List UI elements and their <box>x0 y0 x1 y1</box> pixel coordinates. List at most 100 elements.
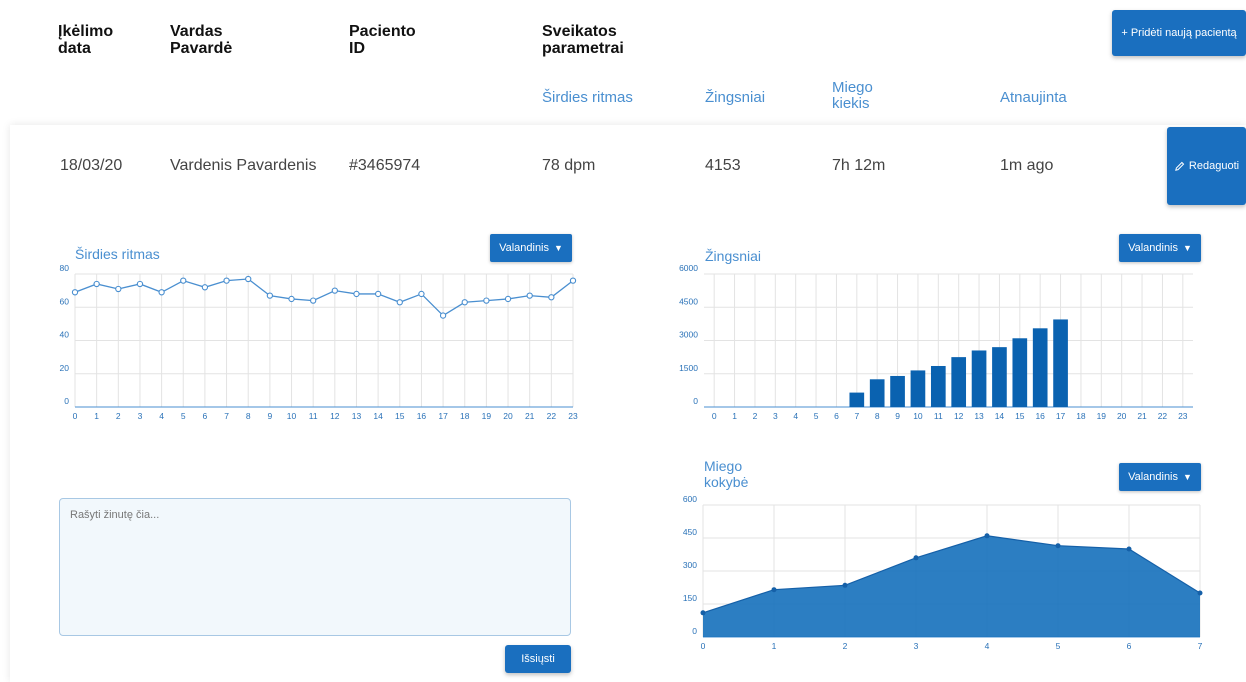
dropdown-label: Valandinis <box>1128 242 1179 254</box>
patient-date: 18/03/20 <box>60 157 123 174</box>
data-point <box>1197 590 1203 596</box>
steps-chart-title: Žingsniai <box>705 248 762 264</box>
x-tick-label: 16 <box>1035 411 1045 421</box>
data-point <box>331 287 338 294</box>
x-tick-label: 19 <box>482 411 492 421</box>
y-tick-label: 20 <box>60 363 70 373</box>
bar <box>951 357 967 407</box>
add-patient-label: + Pridėti naują pacientą <box>1121 27 1237 39</box>
col-health-params: Sveikatos parametrai <box>542 23 624 57</box>
x-tick-label: 23 <box>568 411 578 421</box>
patient-updated: 1m ago <box>1000 157 1054 174</box>
y-tick-label: 0 <box>692 626 697 636</box>
data-point <box>353 290 360 298</box>
x-tick-label: 0 <box>712 411 717 421</box>
x-tick-label: 21 <box>1137 411 1147 421</box>
x-tick-label: 6 <box>834 411 839 421</box>
x-tick-label: 12 <box>954 411 964 421</box>
x-tick-label: 7 <box>224 411 229 421</box>
sub-heart-rate: Širdies ritmas <box>542 89 633 106</box>
x-tick-label: 15 <box>1015 411 1025 421</box>
x-tick-label: 13 <box>974 411 984 421</box>
x-tick-label: 4 <box>793 411 798 421</box>
heart-rate-chart-title: Širdies ritmas <box>75 246 160 262</box>
data-point <box>1126 546 1132 552</box>
x-tick-label: 7 <box>1198 641 1203 651</box>
data-point <box>180 277 187 284</box>
x-tick-label: 9 <box>268 411 273 421</box>
x-tick-label: 22 <box>1158 411 1168 421</box>
edit-button[interactable]: Redaguoti <box>1167 127 1246 205</box>
message-input[interactable] <box>59 498 571 636</box>
x-tick-label: 21 <box>525 411 535 421</box>
x-tick-label: 5 <box>814 411 819 421</box>
data-point <box>115 285 122 293</box>
x-tick-label: 11 <box>934 411 943 421</box>
y-tick-label: 0 <box>693 396 698 406</box>
data-point <box>418 290 425 298</box>
x-tick-label: 1 <box>772 641 777 651</box>
bar <box>1032 328 1048 407</box>
data-point <box>136 280 144 288</box>
steps-interval-dropdown[interactable]: Valandinis ▼ <box>1119 234 1201 262</box>
x-tick-label: 1 <box>94 411 99 421</box>
y-tick-label: 150 <box>683 593 697 603</box>
x-tick-label: 3 <box>773 411 778 421</box>
send-button[interactable]: Išsiųsti <box>505 645 571 673</box>
y-tick-label: 80 <box>60 263 70 273</box>
x-tick-label: 17 <box>438 411 448 421</box>
y-tick-label: 3000 <box>679 330 698 340</box>
x-tick-label: 18 <box>460 411 470 421</box>
area-fill <box>703 535 1200 637</box>
x-tick-label: 5 <box>181 411 186 421</box>
bar <box>930 365 946 407</box>
data-point <box>288 295 295 303</box>
x-tick-label: 10 <box>287 411 297 421</box>
data-point <box>158 289 165 296</box>
dropdown-label: Valandinis <box>499 242 550 254</box>
y-tick-label: 1500 <box>679 363 698 373</box>
x-tick-label: 0 <box>701 641 706 651</box>
data-point <box>223 277 230 284</box>
x-tick-label: 6 <box>1127 641 1132 651</box>
x-tick-label: 17 <box>1056 411 1066 421</box>
x-tick-label: 20 <box>1117 411 1127 421</box>
patient-name: Vardenis Pavardenis <box>170 157 317 174</box>
data-point <box>439 312 447 319</box>
heart-rate-interval-dropdown[interactable]: Valandinis ▼ <box>490 234 572 262</box>
x-tick-label: 8 <box>246 411 251 421</box>
send-label: Išsiųsti <box>521 653 555 665</box>
add-patient-button[interactable]: + Pridėti naują pacientą <box>1112 10 1246 56</box>
y-tick-label: 300 <box>683 560 697 570</box>
x-tick-label: 7 <box>854 411 859 421</box>
col-name: Vardas Pavardė <box>170 23 233 57</box>
patient-id: #3465974 <box>349 157 421 174</box>
x-tick-label: 15 <box>395 411 405 421</box>
x-tick-label: 18 <box>1076 411 1086 421</box>
data-point <box>201 284 209 291</box>
x-tick-label: 13 <box>352 411 362 421</box>
caret-down-icon: ▼ <box>554 243 563 253</box>
sub-updated: Atnaujinta <box>1000 89 1067 106</box>
data-point <box>71 289 79 296</box>
data-point <box>93 280 100 288</box>
col-upload-date: Įkėlimo data <box>58 23 114 57</box>
x-tick-label: 3 <box>138 411 143 421</box>
bar <box>910 370 926 407</box>
steps-chart: 015003000450060000 1 2 3 4 5 6 7 8 9 10 11 12 13 14 15 1… <box>679 263 1193 421</box>
patient-steps: 4153 <box>705 157 741 174</box>
data-point <box>984 533 990 539</box>
sub-steps: Žingsniai <box>705 89 766 106</box>
bar <box>1053 319 1068 407</box>
patient-sleep: 7h 12m <box>832 157 886 174</box>
bar <box>869 379 885 407</box>
data-point <box>1055 543 1061 549</box>
x-tick-label: 14 <box>995 411 1005 421</box>
x-tick-label: 1 <box>732 411 737 421</box>
sleep-interval-dropdown[interactable]: Valandinis ▼ <box>1119 463 1201 491</box>
bar <box>992 347 1007 407</box>
x-tick-label: 3 <box>914 641 919 651</box>
x-tick-label: 23 <box>1178 411 1188 421</box>
x-tick-label: 8 <box>875 411 880 421</box>
x-tick-label: 2 <box>116 411 121 421</box>
